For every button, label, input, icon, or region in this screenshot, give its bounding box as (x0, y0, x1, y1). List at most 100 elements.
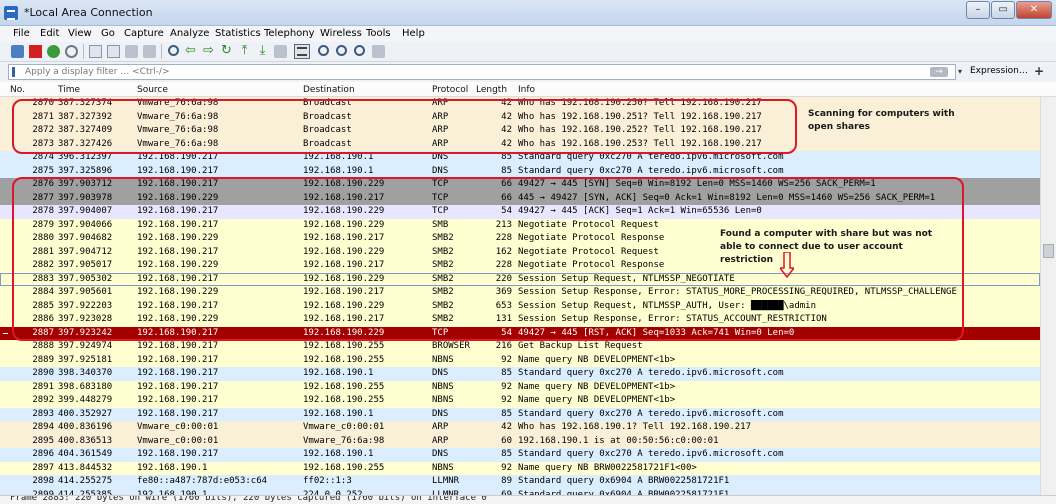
zoom-normal-icon[interactable] (354, 45, 365, 56)
packet-protocol: NBNS (432, 462, 454, 473)
packet-info: Standard query 0xc270 A teredo.ipv6.micr… (518, 408, 784, 419)
menu-wireless[interactable]: Wireless (320, 28, 362, 39)
last-icon[interactable]: ⤓ (256, 44, 269, 58)
add-filter-button[interactable]: + (1034, 64, 1044, 78)
column-length[interactable]: Length (476, 85, 507, 95)
packet-destination: 192.168.190.255 (303, 462, 385, 473)
menu-telephony[interactable]: Telephony (264, 28, 315, 39)
packet-row[interactable]: 2895 400.836513 Vmware_c0:00:01 Vmware_76:6… (0, 434, 1040, 448)
packet-time: 397.325896 (58, 165, 113, 176)
packet-row[interactable]: 2891 398.683180 192.168.190.217 192.168.190… (0, 380, 1040, 394)
column-time[interactable]: Time (58, 85, 80, 95)
menu-tools[interactable]: Tools (366, 28, 391, 39)
packet-row[interactable]: 2890 398.340370 192.168.190.217 192.168.190… (0, 367, 1040, 381)
menu-view[interactable]: View (68, 28, 92, 39)
packet-number: 2892 (32, 395, 54, 405)
resize-columns-icon[interactable] (372, 45, 385, 58)
packet-protocol: DNS (432, 408, 449, 419)
packet-destination: 192.168.190.1 (303, 408, 374, 419)
packet-info: Standard query 0xc270 A teredo.ipv6.micr… (518, 165, 784, 176)
packet-time: 414.255275 (58, 476, 113, 486)
packet-time: 397.925181 (58, 354, 113, 365)
goto-icon[interactable]: ↻ (220, 44, 233, 58)
menu-help[interactable]: Help (402, 28, 425, 39)
packet-time: 413.844532 (58, 462, 113, 473)
packet-destination: Vmware_c0:00:01 (303, 422, 385, 432)
packet-info: Name query NB DEVELOPMENT<1b> (518, 354, 676, 365)
menu-go[interactable]: Go (101, 28, 115, 39)
packet-row[interactable]: 2875 397.325896 192.168.190.217 192.168.190… (0, 164, 1040, 178)
packet-time: 400.836513 (58, 435, 113, 446)
packet-length: 216 (495, 341, 512, 351)
menu-capture[interactable]: Capture (124, 28, 164, 39)
zoom-out-icon[interactable] (336, 45, 347, 56)
packet-number: 2897 (32, 462, 54, 473)
save-file-icon[interactable] (107, 45, 120, 58)
expression-button[interactable]: Expression… (970, 66, 1028, 76)
open-file-icon[interactable] (89, 45, 102, 58)
packet-number: 2894 (32, 422, 54, 432)
display-filter-input[interactable]: Apply a display filter … <Ctrl-/> (8, 64, 956, 80)
colorize-toggle[interactable] (294, 44, 310, 59)
column-source[interactable]: Source (137, 85, 168, 95)
bookmark-icon[interactable] (12, 67, 15, 77)
forward-icon[interactable]: ⇨ (202, 44, 215, 58)
window-title: *Local Area Connection (24, 6, 153, 19)
packet-number: 2889 (32, 354, 54, 365)
apply-filter-button[interactable]: → (930, 67, 948, 77)
close-button[interactable]: ✕ (1016, 1, 1052, 19)
restart-icon[interactable] (47, 45, 60, 58)
column-destination[interactable]: Destination (303, 85, 355, 95)
annotation-found-text: Found a computer with share but was not … (720, 229, 933, 265)
stop-icon[interactable] (29, 45, 42, 58)
column-no[interactable]: No. (10, 85, 25, 95)
packet-row[interactable]: 2898 414.255275 fe80::a487:787d:e053:c64 ff… (0, 475, 1040, 489)
first-icon[interactable]: ⤒ (238, 44, 251, 58)
packet-info: Standard query 0xc270 A teredo.ipv6.micr… (518, 368, 784, 378)
autoscroll-icon[interactable] (274, 45, 287, 58)
packet-list-scrollbar[interactable] (1040, 97, 1056, 495)
packet-time: 399.448279 (58, 395, 113, 405)
packet-time: 400.836196 (58, 422, 113, 432)
column-info[interactable]: Info (518, 85, 535, 95)
reload-icon[interactable] (143, 45, 156, 58)
packet-row[interactable]: 2889 397.925181 192.168.190.217 192.168.190… (0, 353, 1040, 367)
packet-row[interactable]: 2894 400.836196 Vmware_c0:00:01 Vmware_c0:0… (0, 421, 1040, 435)
find-icon[interactable] (168, 45, 179, 56)
back-icon[interactable]: ⇦ (184, 44, 197, 58)
title-bar: *Local Area Connection – ▭ ✕ (0, 0, 1056, 26)
menu-analyze[interactable]: Analyze (170, 28, 209, 39)
maximize-button[interactable]: ▭ (991, 1, 1015, 19)
packet-row[interactable]: 2896 404.361549 192.168.190.217 192.168.190… (0, 448, 1040, 462)
column-protocol[interactable]: Protocol (432, 85, 468, 95)
packet-length: 85 (501, 368, 512, 378)
packet-destination: 192.168.190.255 (303, 354, 385, 365)
packet-row[interactable]: 2892 399.448279 192.168.190.217 192.168.190… (0, 394, 1040, 408)
minimize-button[interactable]: – (966, 1, 990, 19)
filter-dropdown-icon[interactable]: ▾ (958, 66, 968, 78)
menu-edit[interactable]: Edit (40, 28, 59, 39)
packet-time: 400.352927 (58, 408, 113, 419)
frame-summary[interactable]: Frame 2883: 220 bytes on wire (1760 bits… (10, 496, 487, 503)
scrollbar-thumb[interactable] (1043, 244, 1054, 258)
packet-destination: Vmware_76:6a:98 (303, 435, 385, 446)
menu-file[interactable]: File (13, 28, 30, 39)
packet-source: 192.168.190.217 (137, 408, 219, 419)
close-file-icon[interactable] (125, 45, 138, 58)
packet-length: 92 (501, 395, 512, 405)
packet-length: 85 (501, 449, 512, 459)
packet-info: Name query NB BRW0022581721F1<00> (518, 462, 697, 473)
packet-row[interactable]: 2893 400.352927 192.168.190.217 192.168.190… (0, 407, 1040, 421)
options-icon[interactable] (65, 45, 78, 58)
packet-number: 2896 (32, 449, 54, 459)
packet-row[interactable]: 2888 397.924974 192.168.190.217 192.168.190… (0, 340, 1040, 354)
packet-destination: 192.168.190.1 (303, 165, 374, 176)
packet-number: 2895 (32, 435, 54, 446)
zoom-in-icon[interactable] (318, 45, 329, 56)
annotation-scan-text: Scanning for computers with open shares (808, 109, 955, 132)
packet-source: 192.168.190.217 (137, 381, 219, 392)
shark-fin-icon[interactable] (11, 45, 24, 58)
menu-statistics[interactable]: Statistics (215, 28, 261, 39)
packet-length: 60 (501, 435, 512, 446)
packet-row[interactable]: 2897 413.844532 192.168.190.1 192.168.190.2… (0, 461, 1040, 475)
